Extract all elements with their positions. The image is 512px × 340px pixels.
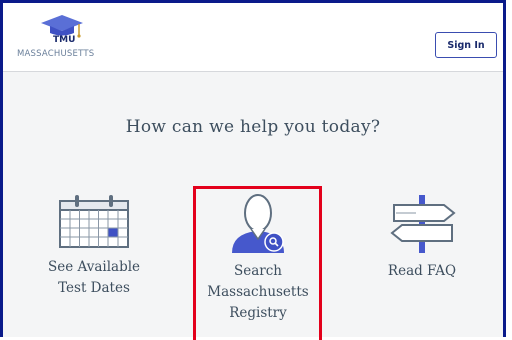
logo-acronym: TMU xyxy=(53,35,76,45)
site-header: TMU MASSACHUSETTS Sign In xyxy=(3,3,503,72)
browser-frame: TMU MASSACHUSETTS Sign In How can we hel… xyxy=(0,0,506,340)
selection-highlight-box xyxy=(193,186,322,340)
signpost-icon xyxy=(390,195,456,253)
calendar-icon xyxy=(59,195,129,248)
sign-in-button[interactable]: Sign In xyxy=(435,32,497,58)
tmu-logo[interactable]: TMU MASSACHUSETTS xyxy=(17,13,127,63)
option-label: Read FAQ xyxy=(387,263,457,279)
option-label: See Available Test Dates xyxy=(47,259,141,296)
option-see-test-dates[interactable]: See Available Test Dates xyxy=(29,193,159,299)
page-headline: How can we help you today? xyxy=(125,117,381,137)
option-read-faq[interactable]: Read FAQ xyxy=(357,193,487,282)
logo-state-name: MASSACHUSETTS xyxy=(17,49,95,59)
